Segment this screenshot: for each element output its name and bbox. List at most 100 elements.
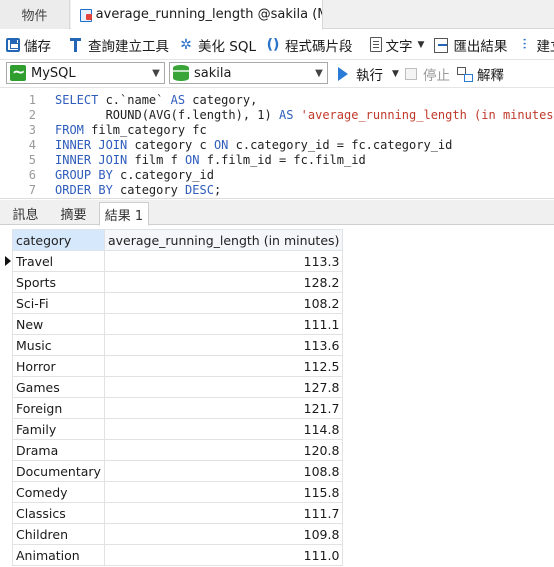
query-toolbar: 儲存 查詢建立工具 ✲ 美化 SQL () 程式碼片段 文字 ▼ 匯出結果 ⫶ … — [0, 30, 554, 60]
code-line[interactable]: 5 INNER JOIN film f ON f.film_id = fc.fil… — [0, 153, 554, 168]
code-line[interactable]: 2 ROUND(AVG(f.length), 1) AS 'average_ru… — [0, 108, 554, 123]
category-cell[interactable]: Games — [12, 376, 105, 398]
chevron-down-icon[interactable]: ▼ — [148, 68, 164, 79]
table-row[interactable]: Travel 113.3 — [12, 250, 344, 272]
tab-result-1[interactable]: 結果 1 — [99, 202, 149, 226]
average-length-cell[interactable]: 111.7 — [103, 502, 344, 524]
code-line[interactable]: 4 INNER JOIN category c ON c.category_id … — [0, 138, 554, 153]
code-line[interactable]: 7 ORDER BY category DESC; — [0, 183, 554, 198]
code-line[interactable]: 3 FROM film_category fc — [0, 123, 554, 138]
sql-text: film f — [127, 153, 186, 167]
sql-text: category c — [127, 138, 214, 152]
category-cell[interactable]: Comedy — [12, 481, 105, 503]
build-button[interactable]: ⫶ 建立 — [510, 30, 554, 59]
table-row[interactable]: Documentary 108.8 — [12, 460, 344, 482]
run-button[interactable]: 執行 ▼ — [338, 60, 399, 88]
average-length-cell[interactable]: 121.7 — [103, 397, 344, 419]
tab-summary-label: 摘要 — [60, 208, 87, 223]
sql-text: category, — [185, 93, 258, 107]
table-row[interactable]: Foreign 121.7 — [12, 397, 344, 419]
chevron-down-icon[interactable]: ▼ — [392, 69, 399, 79]
explain-button[interactable]: 解釋 — [457, 60, 504, 88]
sql-keyword: SELECT — [55, 93, 99, 107]
average-length-cell[interactable]: 112.5 — [103, 355, 344, 377]
code-line[interactable]: 6 GROUP BY c.category_id — [0, 168, 554, 183]
category-cell[interactable]: Documentary — [12, 460, 105, 482]
connection-value: MySQL — [31, 65, 76, 81]
line-number: 3 — [28, 123, 36, 137]
category-cell[interactable]: Travel — [12, 250, 105, 272]
save-button[interactable]: 儲存 — [0, 30, 54, 59]
line-number: 5 — [28, 153, 36, 167]
sql-keyword: FROM — [55, 123, 84, 137]
sql-keyword: ON — [213, 138, 229, 152]
category-cell[interactable]: Animation — [12, 544, 105, 566]
table-row[interactable]: Sports 128.2 — [12, 271, 344, 293]
chevron-down-icon[interactable]: ▼ — [311, 68, 327, 79]
database-select[interactable]: sakila ▼ — [169, 62, 328, 84]
save-label: 儲存 — [24, 38, 51, 55]
sql-keyword: DESC — [185, 183, 214, 197]
query-builder-button[interactable]: 查詢建立工具 — [62, 30, 172, 59]
sql-keyword: AS — [278, 108, 294, 122]
tab-objects-label: 物件 — [21, 9, 48, 24]
table-row[interactable]: Children 109.8 — [12, 523, 344, 545]
category-cell[interactable]: Horror — [12, 355, 105, 377]
category-cell[interactable]: Drama — [12, 439, 105, 461]
sql-keyword: AS — [170, 93, 186, 107]
tab-objects[interactable]: 物件 — [0, 0, 70, 29]
average-length-cell[interactable]: 111.0 — [103, 544, 344, 566]
export-result-button[interactable]: 匯出結果 — [427, 30, 510, 59]
average-length-cell[interactable]: 113.6 — [103, 334, 344, 356]
category-cell[interactable]: Foreign — [12, 397, 105, 419]
average-length-cell[interactable]: 127.8 — [103, 376, 344, 398]
average-length-cell[interactable]: 114.8 — [103, 418, 344, 440]
table-row[interactable]: Games 127.8 — [12, 376, 344, 398]
table-row[interactable]: Horror 112.5 — [12, 355, 344, 377]
sql-text: ROUND(AVG(f.length), 1) — [55, 108, 279, 122]
sql-editor[interactable]: 1 SELECT c.`name` AS category, 2 ROUND(AVG… — [0, 89, 554, 199]
tab-info[interactable]: 訊息 — [4, 202, 47, 225]
table-row[interactable]: Animation 111.0 — [12, 544, 344, 566]
category-cell[interactable]: Sports — [12, 271, 105, 293]
average-length-cell[interactable]: 113.3 — [103, 250, 344, 272]
code-line[interactable]: 1 SELECT c.`name` AS category, — [0, 93, 554, 108]
average-length-cell[interactable]: 108.2 — [103, 292, 344, 314]
current-row-indicator-icon — [5, 256, 11, 266]
line-number: 2 — [28, 108, 36, 122]
average-length-cell[interactable]: 115.8 — [103, 481, 344, 503]
category-cell[interactable]: Family — [12, 418, 105, 440]
sql-text: c.category_id = fc.category_id — [228, 138, 453, 152]
category-cell[interactable]: Children — [12, 523, 105, 545]
code-snippet-button[interactable]: () 程式碼片段 — [259, 30, 356, 59]
category-cell[interactable]: New — [12, 313, 105, 335]
table-row[interactable]: Sci-Fi 108.2 — [12, 292, 344, 314]
table-row[interactable]: Comedy 115.8 — [12, 481, 344, 503]
connection-select[interactable]: MySQL ▼ — [6, 62, 165, 84]
result-table: category average_running_length (in minu… — [12, 229, 344, 566]
average-length-cell[interactable]: 109.8 — [103, 523, 344, 545]
chevron-down-icon[interactable]: ▼ — [418, 40, 425, 50]
column-header-category[interactable]: category — [12, 229, 105, 251]
stop-button[interactable]: 停止 — [405, 60, 450, 88]
beautify-sql-button[interactable]: ✲ 美化 SQL — [172, 30, 259, 59]
sql-keyword: ON — [185, 153, 200, 167]
category-cell[interactable]: Sci-Fi — [12, 292, 105, 314]
average-length-cell[interactable]: 120.8 — [103, 439, 344, 461]
average-length-cell[interactable]: 128.2 — [103, 271, 344, 293]
table-row[interactable]: New 111.1 — [12, 313, 344, 335]
table-row[interactable]: Family 114.8 — [12, 418, 344, 440]
category-cell[interactable]: Music — [12, 334, 105, 356]
table-row[interactable]: Classics 111.7 — [12, 502, 344, 524]
table-row[interactable]: Drama 120.8 — [12, 439, 344, 461]
tab-query[interactable]: average_running_length @sakila (MySQ... — [71, 0, 323, 30]
category-cell[interactable]: Classics — [12, 502, 105, 524]
average-length-cell[interactable]: 111.1 — [103, 313, 344, 335]
column-header-average-running-length[interactable]: average_running_length (in minutes) — [103, 229, 344, 251]
code-snippet-label: 程式碼片段 — [285, 38, 353, 55]
table-row[interactable]: Music 113.6 — [12, 334, 344, 356]
average-length-cell[interactable]: 108.8 — [103, 460, 344, 482]
tab-summary[interactable]: 摘要 — [51, 202, 96, 225]
text-button[interactable]: 文字 ▼ — [364, 30, 428, 59]
